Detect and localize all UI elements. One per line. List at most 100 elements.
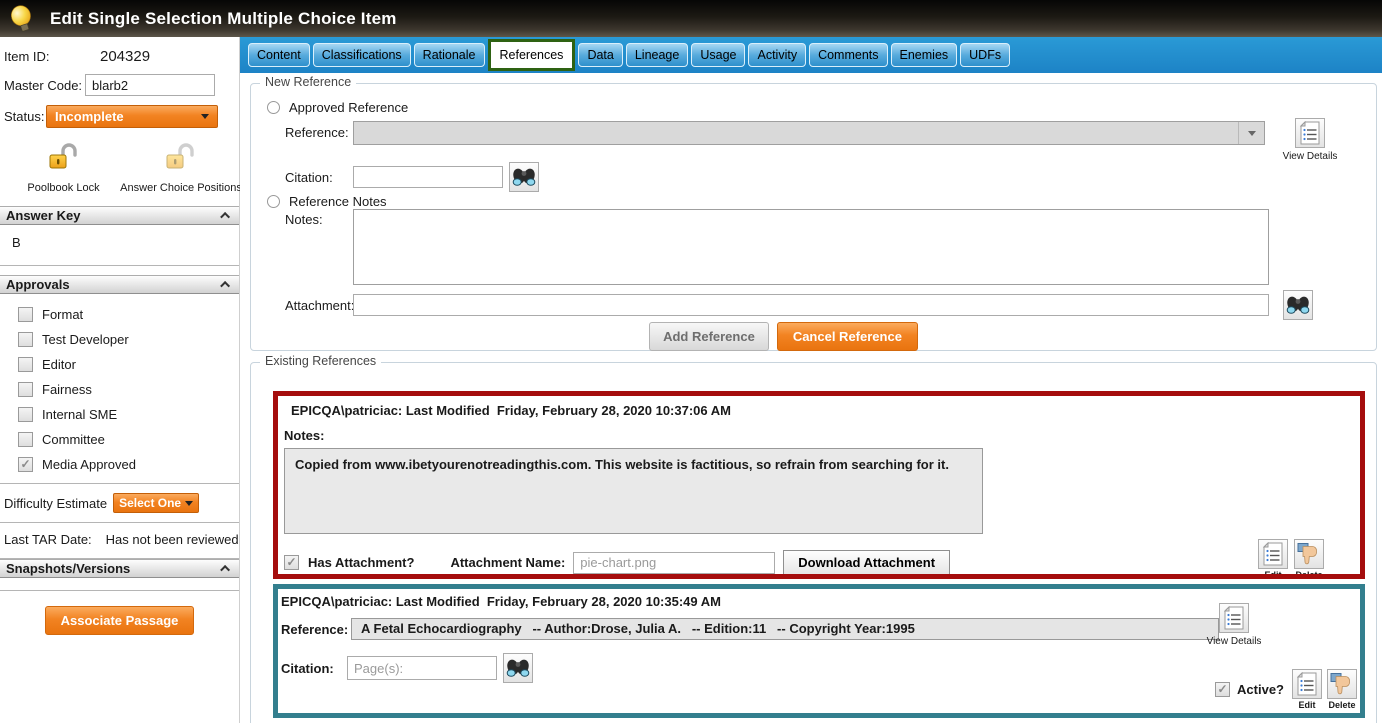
approval-label: Media Approved — [42, 457, 136, 472]
document-details-icon — [1224, 606, 1244, 630]
item-id-label: Item ID: — [4, 49, 100, 64]
attachment-input[interactable] — [353, 294, 1269, 316]
chevron-up-icon — [220, 565, 230, 575]
delete-reference-button[interactable] — [1294, 539, 1324, 569]
approval-checkbox-committee[interactable]: Committee — [18, 427, 239, 452]
citation-input-existing[interactable] — [347, 656, 497, 680]
view-details-button-existing[interactable] — [1219, 603, 1249, 633]
cancel-reference-button[interactable]: Cancel Reference — [777, 322, 918, 351]
existing-references-legend: Existing References — [260, 354, 381, 368]
reference-row: Reference: A Fetal Echocardiography -- A… — [281, 618, 1360, 640]
padlock-open-icon — [163, 142, 199, 179]
master-code-row: Master Code: — [4, 74, 235, 96]
approval-label: Editor — [42, 357, 76, 372]
view-details-button[interactable] — [1295, 118, 1325, 148]
approvals-list: Format Test Developer Editor Fairness In… — [0, 294, 239, 484]
checkbox-icon — [18, 357, 33, 372]
document-details-icon — [1263, 542, 1283, 566]
poolbook-lock-button[interactable]: Poolbook Lock — [22, 142, 105, 194]
checkbox-icon — [18, 407, 33, 422]
active-checkbox[interactable] — [1215, 682, 1230, 697]
tab-usage[interactable]: Usage — [691, 43, 745, 67]
checkbox-icon — [18, 332, 33, 347]
reference-card-approved: EPICQA\patriciac: Last Modified Friday, … — [273, 584, 1365, 718]
reference-notes-text: Copied from www.ibetyourenotreadingthis.… — [284, 448, 983, 534]
notes-textarea[interactable] — [353, 209, 1269, 285]
approval-checkbox-format[interactable]: Format — [18, 302, 239, 327]
delete-reference-button-existing[interactable] — [1327, 669, 1357, 699]
answer-key-value: B — [0, 225, 239, 266]
chevron-up-icon — [220, 212, 230, 222]
dropdown-arrow-icon — [1248, 131, 1256, 136]
status-dropdown[interactable]: Incomplete — [46, 105, 218, 128]
answer-key-header[interactable]: Answer Key — [0, 206, 239, 225]
checkbox-icon — [18, 432, 33, 447]
approval-checkbox-internal-sme[interactable]: Internal SME — [18, 402, 239, 427]
master-code-input[interactable] — [85, 74, 215, 96]
tab-activity[interactable]: Activity — [748, 43, 806, 67]
approval-checkbox-fairness[interactable]: Fairness — [18, 377, 239, 402]
attachment-name-input[interactable] — [573, 552, 775, 574]
view-details-label: View Details — [1279, 151, 1341, 162]
citation-row: Citation: — [281, 653, 1360, 683]
tab-classifications[interactable]: Classifications — [313, 43, 411, 67]
difficulty-dropdown[interactable]: Select One — [113, 493, 199, 513]
approvals-header[interactable]: Approvals — [0, 275, 239, 294]
reference-label: Reference: — [281, 622, 347, 637]
approval-label: Internal SME — [42, 407, 117, 422]
approval-checkbox-media-approved[interactable]: Media Approved — [18, 452, 239, 477]
tab-rationale[interactable]: Rationale — [414, 43, 485, 67]
approval-checkbox-editor[interactable]: Editor — [18, 352, 239, 377]
reference-notes-radio-row[interactable]: Reference Notes — [267, 194, 387, 209]
citation-input[interactable] — [353, 166, 503, 188]
tab-udfs[interactable]: UDFs — [960, 43, 1010, 67]
binoculars-icon — [512, 167, 536, 187]
approval-label: Fairness — [42, 382, 92, 397]
tab-content[interactable]: Content — [248, 43, 310, 67]
approved-reference-radio-row[interactable]: Approved Reference — [267, 100, 408, 115]
tab-comments[interactable]: Comments — [809, 43, 887, 67]
sidebar: Item ID: 204329 Master Code: Status: Inc… — [0, 37, 240, 723]
associate-passage-button[interactable]: Associate Passage — [45, 606, 195, 635]
difficulty-label: Difficulty Estimate — [4, 496, 107, 511]
attachment-browse-button[interactable] — [1283, 290, 1313, 320]
snapshots-versions-header[interactable]: Snapshots/Versions — [0, 559, 239, 578]
main-content: New Reference Approved Reference Referen… — [240, 73, 1382, 723]
citation-search-button[interactable] — [509, 162, 539, 192]
reference-modified-header: EPICQA\patriciac: Last Modified Friday, … — [291, 403, 1360, 418]
reference-card-notes: EPICQA\patriciac: Last Modified Friday, … — [273, 391, 1365, 579]
edit-reference-button-existing[interactable] — [1292, 669, 1322, 699]
lightbulb-icon — [6, 1, 37, 35]
poolbook-lock-label: Poolbook Lock — [27, 182, 99, 194]
edit-reference-button[interactable] — [1258, 539, 1288, 569]
attachment-name-label: Attachment Name: — [450, 555, 565, 570]
delete-label: Delete — [1328, 700, 1355, 710]
approval-label: Committee — [42, 432, 105, 447]
edit-label: Edit — [1299, 700, 1316, 710]
tab-references[interactable]: References — [488, 39, 576, 71]
notes-label: Notes: — [285, 212, 323, 227]
answer-choice-positions-label: Answer Choice Positions — [120, 182, 242, 194]
answer-choice-positions-lock-button[interactable]: Answer Choice Positions — [123, 142, 239, 194]
download-attachment-button[interactable]: Download Attachment — [783, 550, 950, 575]
has-attachment-checkbox[interactable] — [284, 555, 299, 570]
binoculars-icon — [1286, 295, 1310, 315]
approved-reference-radio-label: Approved Reference — [289, 100, 408, 115]
tab-data[interactable]: Data — [578, 43, 622, 67]
citation-label: Citation: — [285, 170, 333, 185]
citation-search-button-existing[interactable] — [503, 653, 533, 683]
tab-lineage[interactable]: Lineage — [626, 43, 689, 67]
approval-label: Test Developer — [42, 332, 129, 347]
status-row: Status: Incomplete — [4, 105, 235, 128]
approval-checkbox-test-developer[interactable]: Test Developer — [18, 327, 239, 352]
checkbox-icon — [18, 307, 33, 322]
tab-enemies[interactable]: Enemies — [891, 43, 958, 67]
tab-bar: Content Classifications Rationale Refere… — [240, 37, 1382, 73]
add-reference-button[interactable]: Add Reference — [649, 322, 769, 351]
active-label: Active? — [1237, 682, 1284, 697]
thumbs-down-icon — [1297, 542, 1321, 566]
reference-notes-radio-label: Reference Notes — [289, 194, 387, 209]
thumbs-down-icon — [1330, 672, 1354, 696]
item-id-row: Item ID: 204329 — [4, 48, 235, 65]
snapshots-versions-label: Snapshots/Versions — [6, 561, 130, 576]
